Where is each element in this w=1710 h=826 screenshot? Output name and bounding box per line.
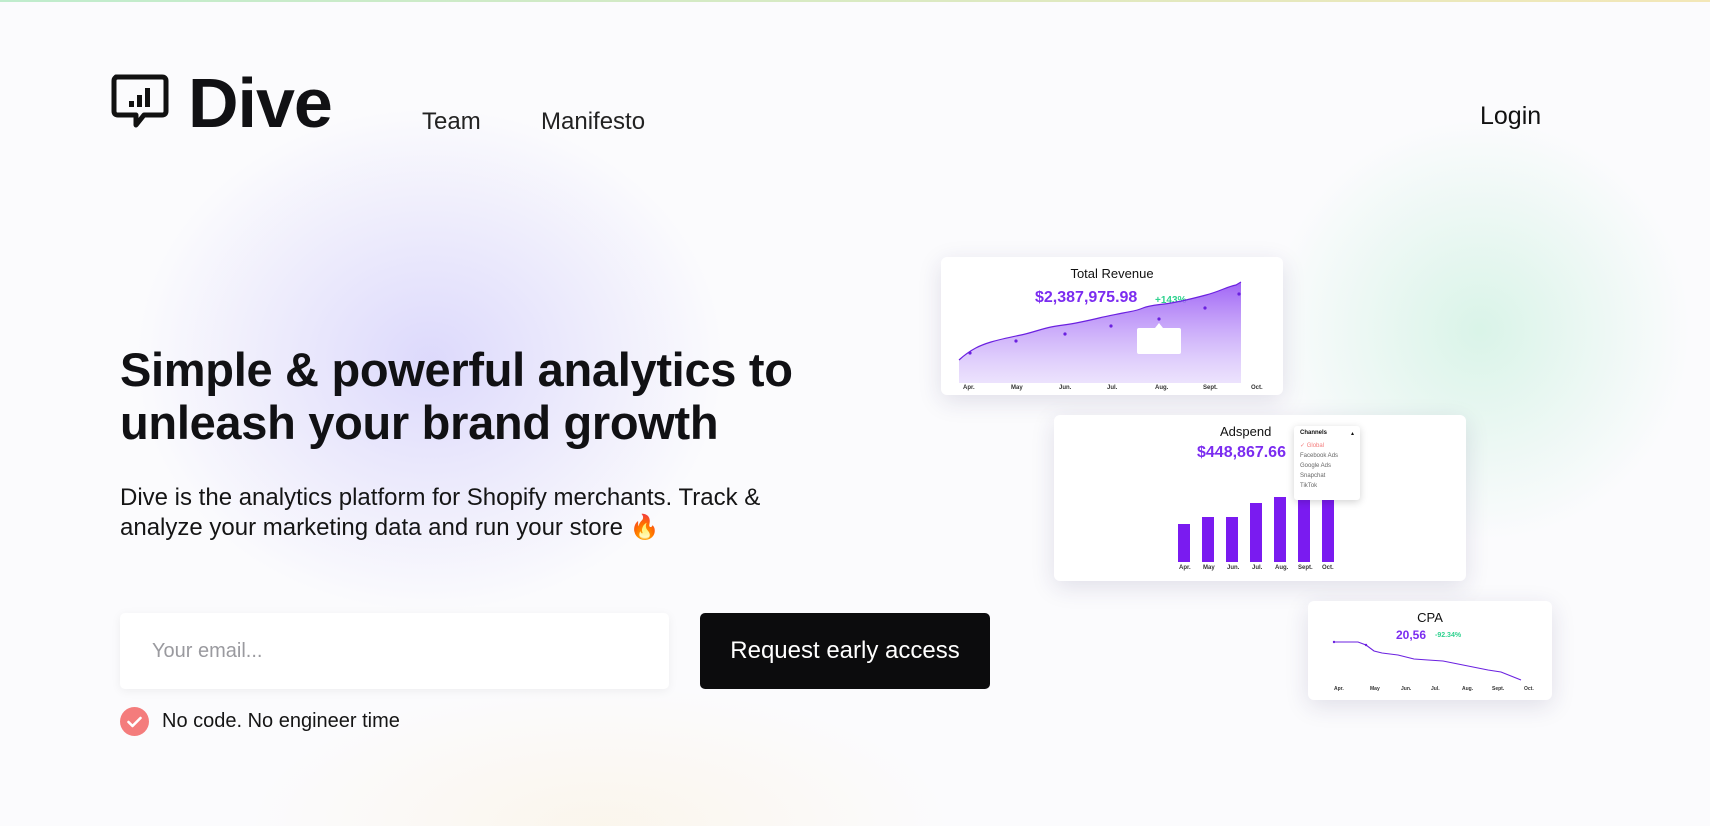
axis-label: Oct. bbox=[1322, 565, 1334, 571]
axis-label: Oct. bbox=[1251, 385, 1263, 391]
dropdown-option-facebook[interactable]: Facebook Ads bbox=[1300, 453, 1354, 459]
hero-headline: Simple & powerful analytics to unleash y… bbox=[120, 343, 880, 449]
cpa-card: CPA 20,56 -92.34% Apr. May Jun. Jul. Aug… bbox=[1308, 601, 1552, 700]
logo-text: Dive bbox=[188, 64, 333, 142]
cpa-line-chart bbox=[1332, 640, 1522, 681]
bar bbox=[1178, 524, 1190, 562]
axis-label: May bbox=[1011, 385, 1023, 391]
axis-label: Aug. bbox=[1275, 565, 1289, 571]
axis-label: May bbox=[1370, 686, 1380, 692]
axis-label: Aug. bbox=[1155, 385, 1169, 391]
revenue-card: Total Revenue $2,387,975.98 +143% Apr. M… bbox=[941, 257, 1283, 395]
dropdown-option-tiktok[interactable]: TikTok bbox=[1300, 483, 1354, 489]
axis-label: Jun. bbox=[1059, 385, 1072, 391]
revenue-area-chart bbox=[958, 281, 1242, 383]
login-link[interactable]: Login bbox=[1480, 102, 1541, 131]
axis-label: Jun. bbox=[1401, 686, 1412, 692]
hero-subline: Dive is the analytics platform for Shopi… bbox=[120, 483, 840, 543]
email-input[interactable] bbox=[120, 613, 669, 689]
adspend-title: Adspend bbox=[1220, 424, 1272, 439]
nav-team[interactable]: Team bbox=[422, 108, 481, 136]
axis-label: Jul. bbox=[1252, 565, 1263, 571]
adspend-card: Adspend $448,867.66 Apr. May Jun. Jul. A… bbox=[1054, 415, 1466, 581]
axis-label: Jul. bbox=[1431, 686, 1440, 692]
dropdown-option-global[interactable]: ✓ Global bbox=[1300, 442, 1354, 449]
chat-chart-icon bbox=[111, 74, 169, 128]
axis-label: Apr. bbox=[1179, 565, 1191, 571]
axis-label: May bbox=[1203, 565, 1215, 571]
logo[interactable]: Dive bbox=[110, 64, 333, 142]
axis-label: Aug. bbox=[1462, 686, 1474, 692]
headline-line-1: Simple & powerful analytics to bbox=[120, 343, 793, 396]
bar bbox=[1274, 497, 1286, 562]
axis-label: Sept. bbox=[1203, 385, 1218, 391]
bar bbox=[1226, 517, 1238, 562]
axis-label: Sept. bbox=[1492, 686, 1505, 692]
bar bbox=[1298, 495, 1310, 562]
axis-label: Jul. bbox=[1107, 385, 1118, 391]
adspend-value: $448,867.66 bbox=[1197, 444, 1286, 461]
axis-label: Apr. bbox=[1334, 686, 1344, 692]
axis-label: Apr. bbox=[963, 385, 975, 391]
check-icon bbox=[120, 707, 149, 736]
subline-line-1: Dive is the analytics platform for Shopi… bbox=[120, 484, 761, 511]
request-access-button[interactable]: Request early access bbox=[700, 613, 990, 689]
caret-up-icon: ▴ bbox=[1350, 431, 1354, 437]
bar bbox=[1322, 491, 1334, 562]
headline-line-2: unleash your brand growth bbox=[120, 396, 719, 449]
bar bbox=[1250, 503, 1262, 562]
axis-label: Sept. bbox=[1298, 565, 1313, 571]
axis-label: Oct. bbox=[1524, 686, 1534, 692]
top-gradient-line bbox=[0, 0, 1710, 2]
nav-manifesto[interactable]: Manifesto bbox=[541, 108, 645, 136]
note-text: No code. No engineer time bbox=[162, 710, 400, 732]
option-label: Global bbox=[1306, 443, 1325, 449]
dropdown-option-snapchat[interactable]: Snapchat bbox=[1300, 473, 1354, 479]
dropdown-label: Channels bbox=[1300, 430, 1328, 436]
feature-note: No code. No engineer time bbox=[120, 707, 400, 736]
axis-label: Jun. bbox=[1227, 565, 1240, 571]
dropdown-option-google[interactable]: Google Ads bbox=[1300, 463, 1354, 469]
bar bbox=[1202, 517, 1214, 562]
subline-line-2: analyze your marketing data and run your… bbox=[120, 514, 660, 541]
channels-dropdown[interactable]: Channels ▴ ✓ Global Facebook Ads Google … bbox=[1294, 426, 1360, 500]
